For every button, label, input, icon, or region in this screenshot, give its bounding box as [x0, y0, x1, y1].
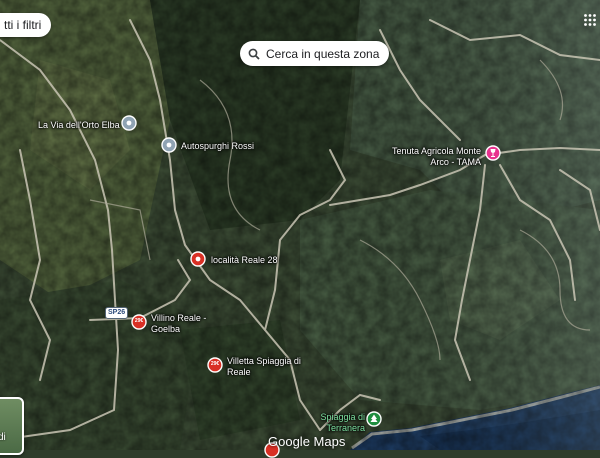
search-icon: [248, 48, 260, 60]
google-maps-logo: Google Maps: [268, 434, 346, 449]
filters-label: tti i filtri: [4, 18, 42, 32]
park-pin-icon[interactable]: [366, 411, 382, 427]
price-tag: 29€: [134, 318, 144, 324]
grid-icon[interactable]: [583, 13, 597, 27]
search-this-area-button[interactable]: Cerca in questa zona: [240, 41, 390, 66]
price-tag: 29€: [210, 361, 220, 367]
layers-toggle[interactable]: [0, 397, 24, 455]
place-label-villetta-spiaggia[interactable]: Villetta Spiaggia di Reale: [227, 356, 307, 378]
place-label-autospurghi[interactable]: Autospurghi Rossi: [181, 141, 254, 152]
lodging-pin-icon[interactable]: 29€: [207, 357, 223, 373]
place-label-spiaggia-terranera[interactable]: Spiaggia di Terranera: [313, 412, 365, 434]
lodging-pin-icon[interactable]: 29€: [131, 314, 147, 330]
place-pin-icon[interactable]: [121, 115, 137, 131]
place-label-localita-reale[interactable]: località Reale 28: [211, 255, 278, 266]
place-pin-icon[interactable]: [161, 137, 177, 153]
all-filters-button[interactable]: tti i filtri: [0, 13, 52, 37]
road-number-badge: SP26: [105, 307, 129, 319]
search-this-area-label: Cerca in questa zona: [266, 46, 380, 61]
place-label-villino-reale[interactable]: Villino Reale - Goelba: [151, 313, 211, 335]
place-label-orto-elba[interactable]: La Via dell'Orto Elba: [38, 120, 120, 131]
place-pin-icon[interactable]: [190, 251, 206, 267]
satellite-map[interactable]: [0, 0, 600, 450]
winery-pin-icon[interactable]: [485, 145, 501, 161]
place-label-tenuta-agricola[interactable]: Tenuta Agricola Monte Arco - TAMA: [381, 146, 481, 168]
layers-toggle-label: di: [0, 432, 6, 443]
